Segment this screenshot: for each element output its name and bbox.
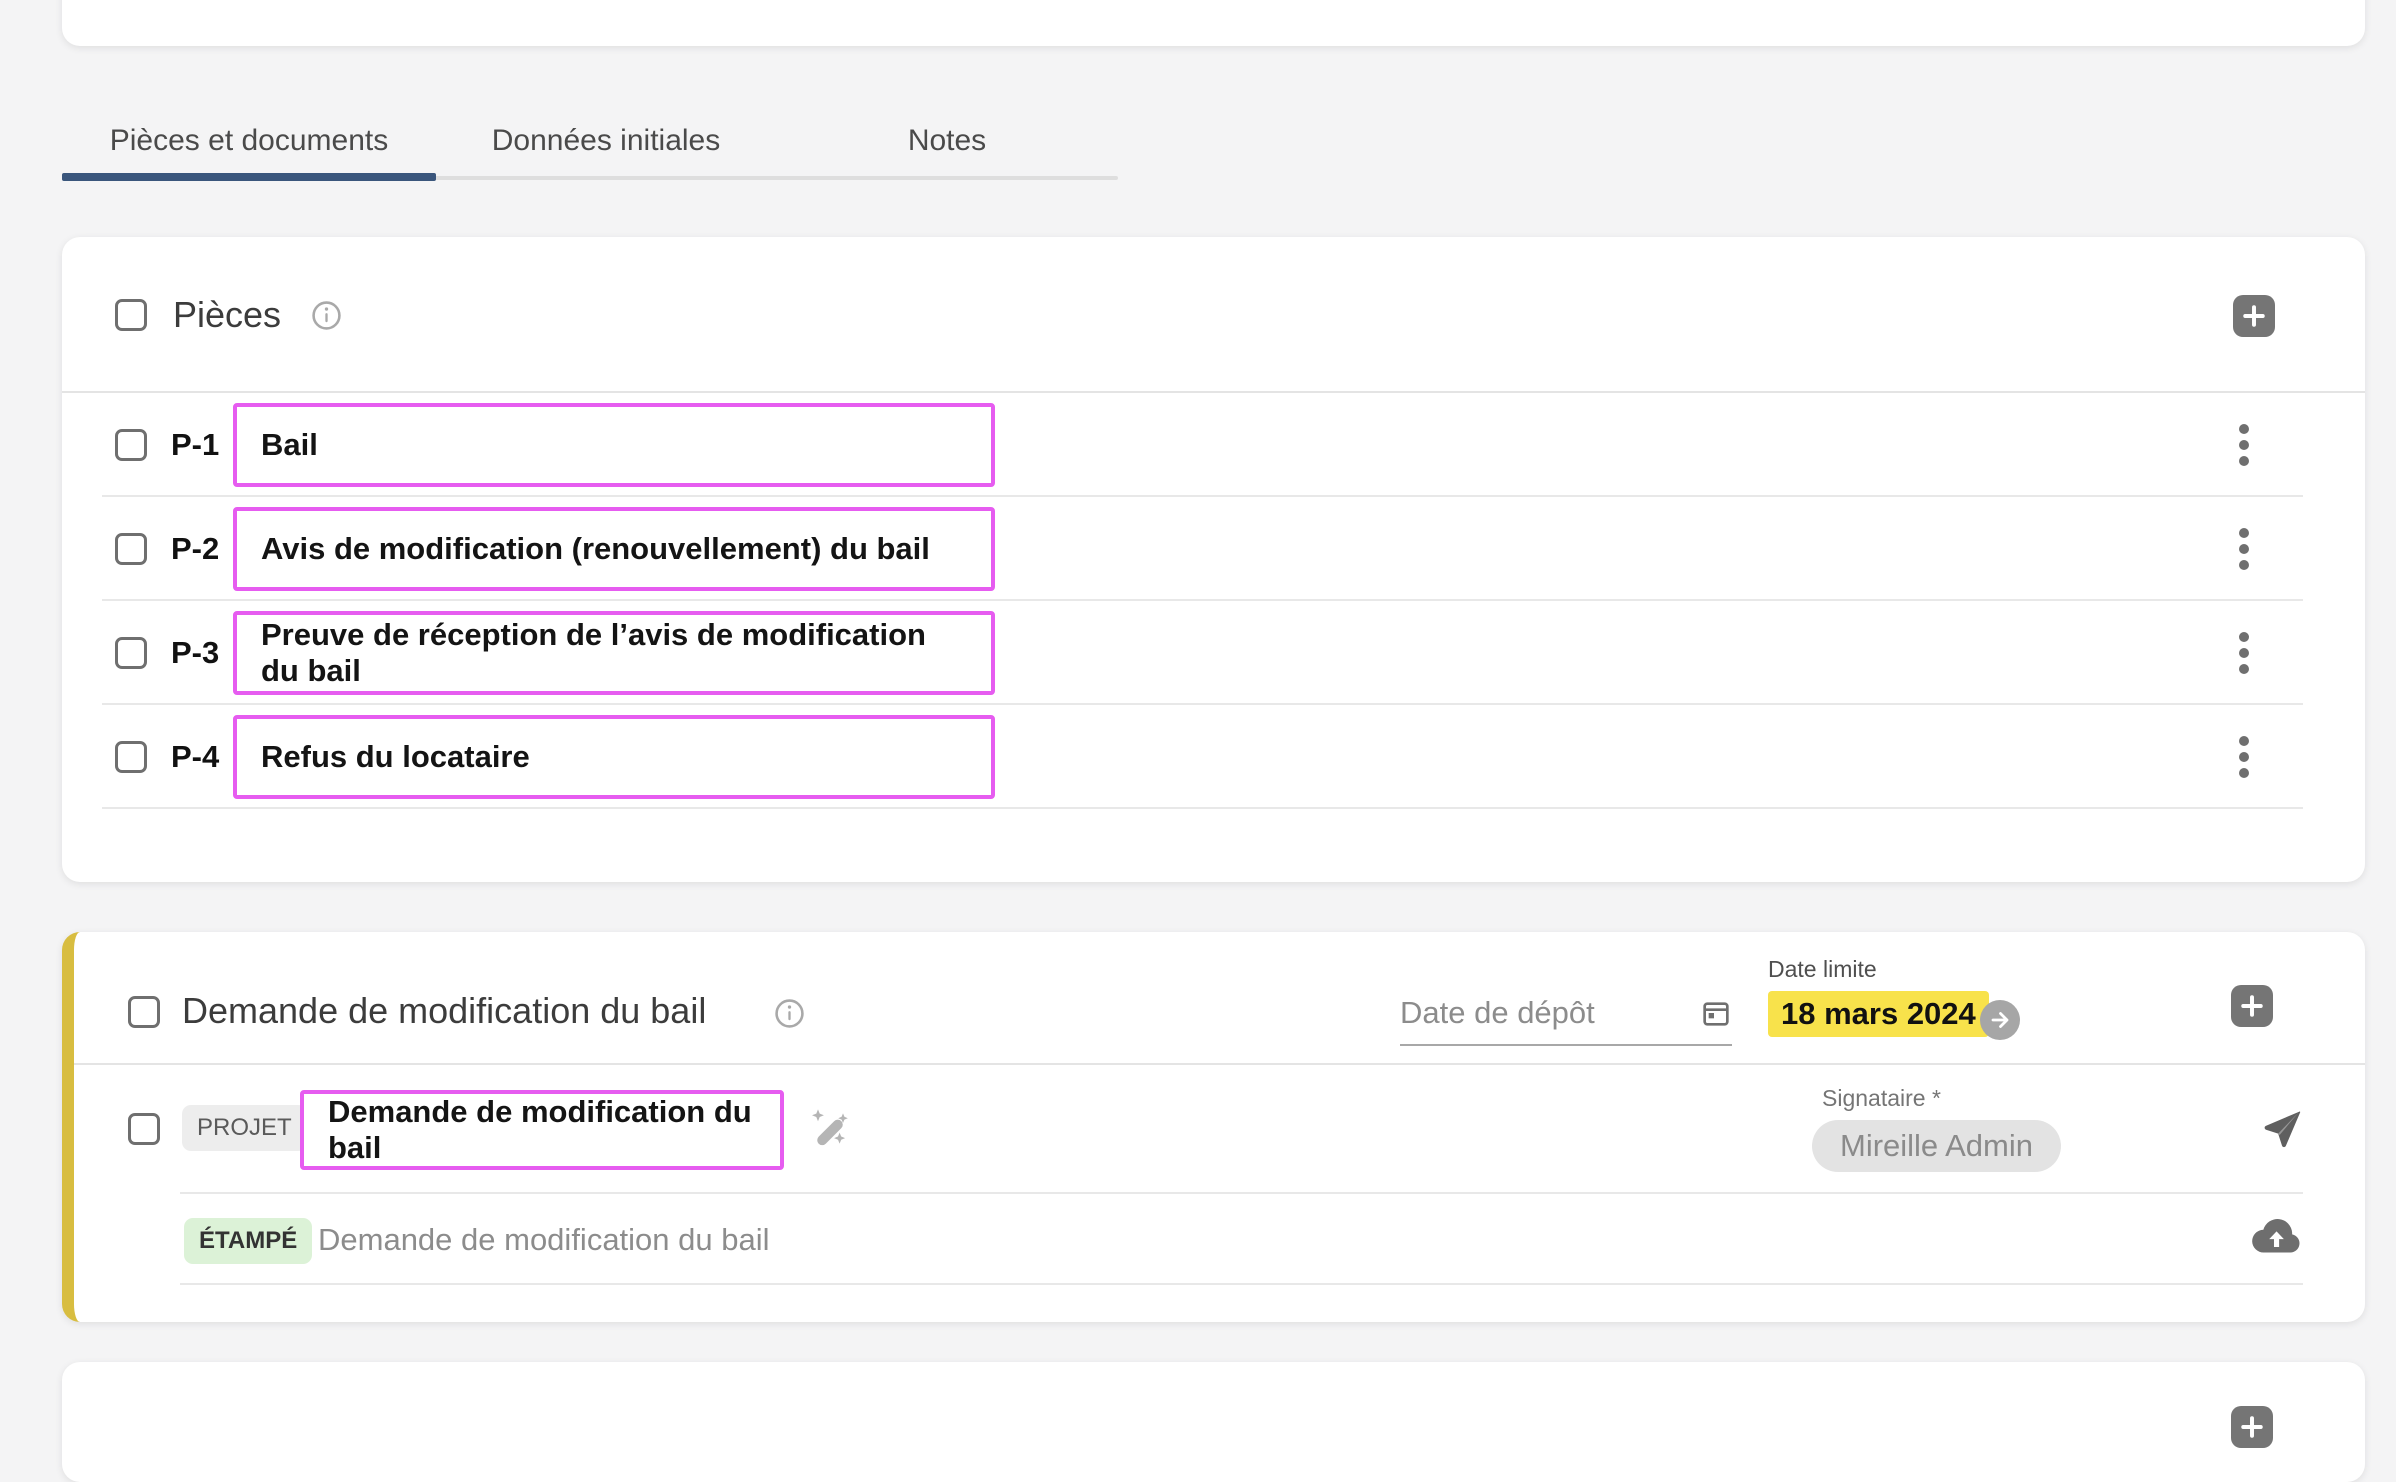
piece-row-checkbox[interactable] (115, 637, 147, 669)
divider (180, 1283, 2303, 1285)
table-row: P-3 Preuve de réception de l’avis de mod… (62, 601, 2365, 705)
tab-active-indicator (62, 173, 436, 181)
date-limite-value[interactable]: 18 mars 2024 (1768, 991, 1989, 1037)
piece-name-field[interactable]: Preuve de réception de l’avis de modific… (233, 611, 995, 695)
piece-name-field[interactable]: Bail (233, 403, 995, 487)
info-icon[interactable] (774, 998, 805, 1029)
demande-header: Demande de modification du bail Date de … (74, 932, 2365, 1065)
add-button[interactable] (2231, 1406, 2273, 1448)
piece-name-field[interactable]: Refus du locataire (233, 715, 995, 799)
status-badge-projet: PROJET (182, 1105, 307, 1151)
next-card (62, 1362, 2365, 1482)
piece-code: P-1 (171, 427, 233, 463)
info-icon[interactable] (311, 300, 342, 331)
kebab-menu-icon[interactable] (2233, 522, 2255, 576)
add-document-button[interactable] (2231, 985, 2273, 1027)
arrow-right-icon (1988, 1008, 2012, 1032)
calendar-icon[interactable] (1700, 997, 1732, 1029)
piece-name-field[interactable]: Avis de modification (renouvellement) du… (233, 507, 995, 591)
pieces-title: Pièces (173, 294, 281, 336)
date-limite-go-button[interactable] (1980, 1000, 2020, 1040)
document-name-field[interactable]: Demande de modification du bail (300, 1090, 784, 1170)
piece-code: P-2 (171, 531, 233, 567)
signataire-label: Signataire * (1822, 1085, 2061, 1112)
status-badge-etampe: ÉTAMPÉ (184, 1218, 312, 1264)
date-limite-label: Date limite (1768, 956, 1989, 983)
tab-donnees-initiales[interactable]: Données initiales (436, 100, 776, 182)
piece-row-checkbox[interactable] (115, 741, 147, 773)
tab-bar: Pièces et documents Données initiales No… (62, 100, 1118, 182)
kebab-menu-icon[interactable] (2233, 626, 2255, 680)
signataire-group: Signataire * Mireille Admin (1812, 1085, 2061, 1172)
table-row: P-1 Bail (62, 393, 2365, 497)
stamped-document-name: Demande de modification du bail (318, 1222, 770, 1258)
kebab-menu-icon[interactable] (2233, 730, 2255, 784)
kebab-menu-icon[interactable] (2233, 418, 2255, 472)
signataire-chip[interactable]: Mireille Admin (1812, 1120, 2061, 1172)
table-row: P-2 Avis de modification (renouvellement… (62, 497, 2365, 601)
plus-icon (2238, 1413, 2266, 1441)
pieces-card: Pièces P-1 Bail P-2 Avis de modification… (62, 237, 2365, 882)
demande-title: Demande de modification du bail (182, 990, 706, 1032)
demande-select-checkbox[interactable] (128, 996, 160, 1028)
plus-icon (2238, 992, 2266, 1020)
stamped-row: ÉTAMPÉ Demande de modification du bail (74, 1194, 2365, 1285)
tab-notes[interactable]: Notes (776, 100, 1118, 182)
plus-icon (2240, 302, 2268, 330)
document-row-checkbox[interactable] (128, 1113, 160, 1145)
date-depot-input[interactable]: Date de dépôt (1400, 982, 1732, 1046)
cloud-upload-icon[interactable] (2250, 1214, 2302, 1258)
magic-wand-icon[interactable] (806, 1105, 854, 1153)
piece-code: P-4 (171, 739, 233, 775)
top-card (62, 0, 2365, 46)
pieces-header: Pièces (62, 237, 2365, 393)
tab-pieces-et-documents[interactable]: Pièces et documents (62, 100, 436, 182)
date-limite-group: Date limite 18 mars 2024 (1768, 956, 1989, 1037)
demande-card: Demande de modification du bail Date de … (62, 932, 2365, 1322)
add-piece-button[interactable] (2233, 295, 2275, 337)
piece-row-checkbox[interactable] (115, 533, 147, 565)
piece-row-checkbox[interactable] (115, 429, 147, 461)
divider (102, 807, 2303, 809)
projet-row: PROJET Demande de modification du bail S… (74, 1065, 2365, 1194)
table-row: P-4 Refus du locataire (62, 705, 2365, 809)
pieces-select-all-checkbox[interactable] (115, 299, 147, 331)
date-depot-placeholder: Date de dépôt (1400, 995, 1700, 1031)
piece-code: P-3 (171, 635, 233, 671)
send-icon[interactable] (2260, 1107, 2304, 1151)
